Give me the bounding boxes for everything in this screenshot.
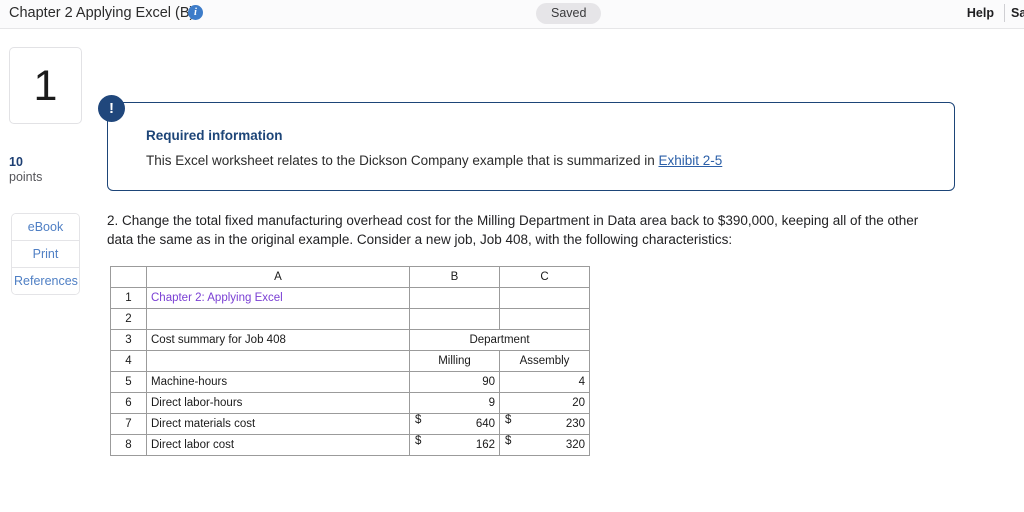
cell-b7-value: 640 — [475, 418, 495, 430]
table-row: 5 Machine-hours 90 4 — [110, 371, 590, 393]
cell-a2[interactable] — [146, 308, 410, 330]
cell-b8[interactable]: $162 — [409, 434, 500, 456]
cell-b6[interactable]: 9 — [409, 392, 500, 414]
cell-b3-department[interactable]: Department — [409, 329, 590, 351]
cell-a4[interactable] — [146, 350, 410, 372]
print-button[interactable]: Print — [12, 241, 79, 268]
row-header-5[interactable]: 5 — [110, 371, 147, 393]
column-header-c[interactable]: C — [499, 266, 590, 288]
row-header-1[interactable]: 1 — [110, 287, 147, 309]
row-header-7[interactable]: 7 — [110, 413, 147, 435]
ebook-button[interactable]: eBook — [12, 214, 79, 241]
currency-symbol: $ — [415, 414, 422, 427]
points-label: points — [9, 170, 43, 184]
row-header-6[interactable]: 6 — [110, 392, 147, 414]
question-text: 2. Change the total fixed manufacturing … — [107, 213, 919, 247]
question-number-box: 1 — [9, 47, 82, 124]
status-badge-saved: Saved — [536, 3, 602, 24]
cell-a5[interactable]: Machine-hours — [146, 371, 410, 393]
excel-worksheet: A B C 1 Chapter 2: Applying Excel 2 3 Co… — [110, 266, 590, 456]
row-header-3[interactable]: 3 — [110, 329, 147, 351]
required-information-callout: Required information This Excel workshee… — [107, 102, 955, 191]
corner-cell — [110, 266, 147, 288]
info-icon[interactable]: i — [188, 5, 203, 20]
row-header-4[interactable]: 4 — [110, 350, 147, 372]
currency-symbol: $ — [415, 435, 422, 448]
cell-c6[interactable]: 20 — [499, 392, 590, 414]
currency-symbol: $ — [505, 435, 512, 448]
cell-b4[interactable]: Milling — [409, 350, 500, 372]
page-title: Chapter 2 Applying Excel (B) — [9, 5, 195, 21]
row-header-2[interactable]: 2 — [110, 308, 147, 330]
question-number: 1 — [33, 62, 58, 110]
question-sidebar: 1 10 points eBook Print References — [0, 29, 108, 512]
table-row: 8 Direct labor cost $162 $320 — [110, 434, 590, 456]
cell-a7[interactable]: Direct materials cost — [146, 413, 410, 435]
column-header-row: A B C — [110, 266, 590, 288]
currency-symbol: $ — [505, 414, 512, 427]
cell-a1[interactable]: Chapter 2: Applying Excel — [146, 287, 410, 309]
points-value: 10 — [9, 155, 23, 169]
table-row: 3 Cost summary for Job 408 Department — [110, 329, 590, 351]
top-bar: Chapter 2 Applying Excel (B) i Saved Hel… — [0, 0, 1024, 29]
cell-c8[interactable]: $320 — [499, 434, 590, 456]
table-row: 7 Direct materials cost $640 $230 — [110, 413, 590, 435]
cell-b1[interactable] — [409, 287, 500, 309]
references-button[interactable]: References — [12, 268, 79, 294]
cell-a3[interactable]: Cost summary for Job 408 — [146, 329, 410, 351]
table-row: 4 Milling Assembly — [110, 350, 590, 372]
help-link[interactable]: Help — [967, 6, 994, 20]
cell-a6[interactable]: Direct labor-hours — [146, 392, 410, 414]
cell-c2[interactable] — [499, 308, 590, 330]
cell-b5[interactable]: 90 — [409, 371, 500, 393]
callout-body: This Excel worksheet relates to the Dick… — [146, 153, 722, 168]
callout-body-text: This Excel worksheet relates to the Dick… — [146, 153, 659, 168]
cell-b2[interactable] — [409, 308, 500, 330]
cell-c8-value: 320 — [565, 439, 585, 451]
save-and-exit-link[interactable]: Save & Exit — [1011, 6, 1024, 20]
cell-c4[interactable]: Assembly — [499, 350, 590, 372]
cell-a8[interactable]: Direct labor cost — [146, 434, 410, 456]
cell-b7[interactable]: $640 — [409, 413, 500, 435]
rail-button-group: eBook Print References — [11, 213, 80, 295]
cell-b8-value: 162 — [475, 439, 495, 451]
table-row: 1 Chapter 2: Applying Excel — [110, 287, 590, 309]
exclamation-icon: ! — [98, 95, 125, 122]
row-header-8[interactable]: 8 — [110, 434, 147, 456]
table-row: 2 — [110, 308, 590, 330]
column-header-b[interactable]: B — [409, 266, 500, 288]
cell-c5[interactable]: 4 — [499, 371, 590, 393]
exhibit-link[interactable]: Exhibit 2-5 — [658, 153, 722, 168]
cell-c1[interactable] — [499, 287, 590, 309]
callout-title: Required information — [146, 128, 283, 143]
column-header-a[interactable]: A — [146, 266, 410, 288]
cell-c7[interactable]: $230 — [499, 413, 590, 435]
cell-c7-value: 230 — [565, 418, 585, 430]
topbar-divider — [1004, 4, 1005, 22]
table-row: 6 Direct labor-hours 9 20 — [110, 392, 590, 414]
